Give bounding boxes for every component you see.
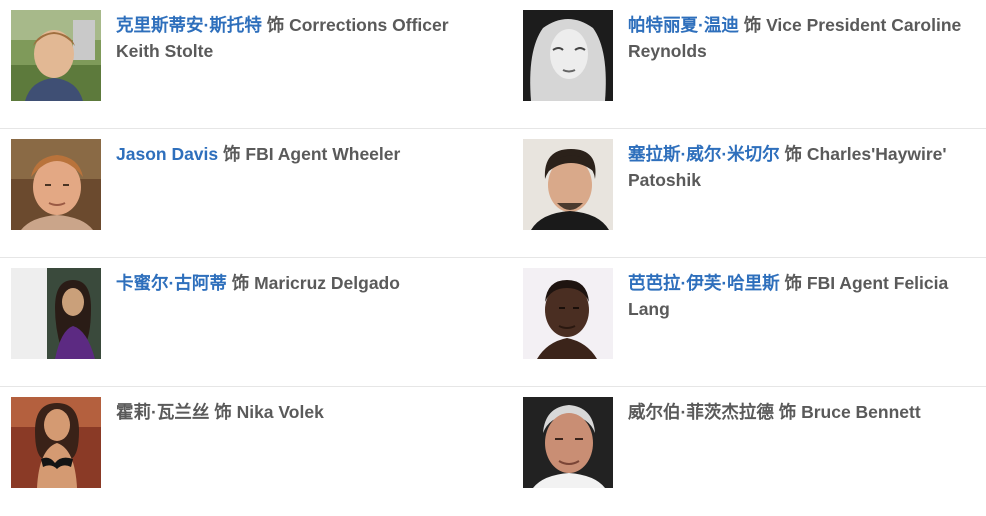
role-prefix: 饰 bbox=[214, 402, 232, 422]
actor-photo[interactable] bbox=[523, 268, 613, 359]
role-prefix: 饰 bbox=[223, 144, 241, 164]
actor-name: 霍莉·瓦兰丝 bbox=[116, 402, 210, 422]
cast-info: 卡蜜尔·古阿蒂 饰 Maricruz Delgado bbox=[116, 270, 481, 296]
cast-card: 威尔伯·菲茨杰拉德 饰 Bruce Bennett bbox=[523, 397, 983, 489]
cast-info: 帕特丽夏·温迪 饰 Vice President Caroline Reynol… bbox=[628, 12, 983, 64]
portrait-blonde-woman-bw-image bbox=[523, 10, 613, 101]
actor-photo[interactable] bbox=[11, 397, 101, 488]
role-prefix: 饰 bbox=[231, 273, 250, 293]
actor-name-link[interactable]: 帕特丽夏·温迪 bbox=[628, 15, 739, 35]
actor-photo[interactable] bbox=[11, 10, 101, 101]
cast-info: 霍莉·瓦兰丝 饰 Nika Volek bbox=[116, 399, 481, 425]
actor-name-link[interactable]: 芭芭拉·伊芙·哈里斯 bbox=[628, 273, 780, 293]
cast-card: Jason Davis 饰 FBI Agent Wheeler bbox=[11, 139, 481, 231]
actor-photo[interactable] bbox=[523, 139, 613, 230]
role-prefix: 饰 bbox=[784, 273, 803, 293]
cast-card: 卡蜜尔·古阿蒂 饰 Maricruz Delgado bbox=[11, 268, 481, 360]
cast-info: 威尔伯·菲茨杰拉德 饰 Bruce Bennett bbox=[628, 399, 983, 425]
portrait-woman-bikini-image bbox=[11, 397, 101, 488]
actor-name-link[interactable]: 克里斯蒂安·斯托特 bbox=[116, 15, 262, 35]
cast-row: 卡蜜尔·古阿蒂 饰 Maricruz Delgado 芭芭拉·伊芙·哈里斯 饰 … bbox=[0, 258, 986, 387]
portrait-woman-purple-dress-image bbox=[11, 268, 101, 359]
actor-name-link[interactable]: 塞拉斯·威尔·米切尔 bbox=[628, 144, 780, 164]
actor-photo[interactable] bbox=[11, 268, 101, 359]
cast-card: 帕特丽夏·温迪 饰 Vice President Caroline Reynol… bbox=[523, 10, 983, 102]
role-name: Nika Volek bbox=[236, 402, 324, 422]
actor-photo[interactable] bbox=[11, 139, 101, 230]
cast-list: 克里斯蒂安·斯托特 饰 Corrections Officer Keith St… bbox=[0, 0, 986, 497]
cast-card: 霍莉·瓦兰丝 饰 Nika Volek bbox=[11, 397, 481, 489]
role-name: Maricruz Delgado bbox=[254, 273, 400, 293]
cast-card: 芭芭拉·伊芙·哈里斯 饰 FBI Agent Felicia Lang bbox=[523, 268, 983, 360]
cast-info: 克里斯蒂安·斯托特 饰 Corrections Officer Keith St… bbox=[116, 12, 481, 64]
portrait-dark-haired-man-image bbox=[523, 139, 613, 230]
cast-info: 塞拉斯·威尔·米切尔 饰 Charles'Haywire' Patoshik bbox=[628, 141, 983, 193]
role-prefix: 饰 bbox=[743, 15, 762, 35]
actor-name: 威尔伯·菲茨杰拉德 bbox=[628, 402, 774, 422]
cast-info: 芭芭拉·伊芙·哈里斯 饰 FBI Agent Felicia Lang bbox=[628, 270, 983, 322]
portrait-older-man-image bbox=[523, 397, 613, 488]
cast-row: Jason Davis 饰 FBI Agent Wheeler 塞拉斯·威尔·米… bbox=[0, 129, 986, 258]
actor-name-link[interactable]: 卡蜜尔·古阿蒂 bbox=[116, 273, 227, 293]
actor-name-link[interactable]: Jason Davis bbox=[116, 144, 218, 164]
role-prefix: 饰 bbox=[266, 15, 285, 35]
role-prefix: 饰 bbox=[778, 402, 797, 422]
cast-card: 克里斯蒂安·斯托特 饰 Corrections Officer Keith St… bbox=[11, 10, 481, 102]
portrait-woman-short-hair-image bbox=[523, 268, 613, 359]
role-name: FBI Agent Wheeler bbox=[245, 144, 401, 164]
cast-row: 克里斯蒂安·斯托特 饰 Corrections Officer Keith St… bbox=[0, 0, 986, 129]
actor-photo[interactable] bbox=[523, 397, 613, 488]
portrait-young-man-outdoors-image bbox=[11, 10, 101, 101]
role-name: Bruce Bennett bbox=[801, 402, 921, 422]
actor-photo[interactable] bbox=[523, 10, 613, 101]
portrait-ginger-man-image bbox=[11, 139, 101, 230]
cast-card: 塞拉斯·威尔·米切尔 饰 Charles'Haywire' Patoshik bbox=[523, 139, 983, 231]
cast-info: Jason Davis 饰 FBI Agent Wheeler bbox=[116, 141, 481, 167]
role-prefix: 饰 bbox=[784, 144, 803, 164]
